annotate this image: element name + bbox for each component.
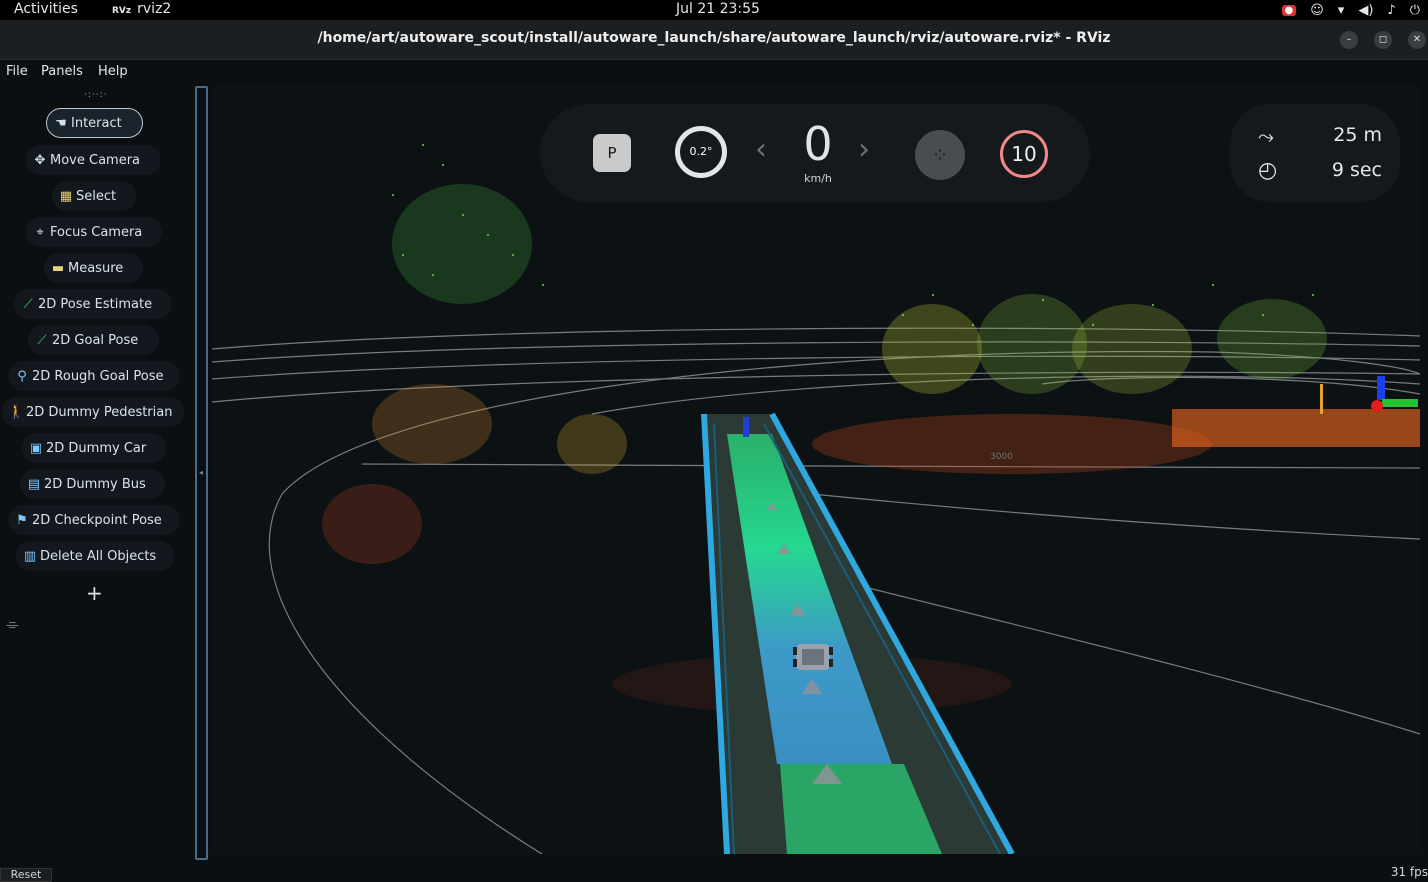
hand-icon: ☚	[55, 115, 67, 131]
arrow-icon: ⟋	[37, 332, 47, 348]
tool-2d-checkpoint-pose[interactable]: ⚑ 2D Checkpoint Pose	[8, 505, 180, 535]
window-title: /home/art/autoware_scout/install/autowar…	[317, 30, 1111, 46]
speed-value: 0	[803, 117, 833, 171]
tool-panel: ·:··:· ☚ Interact ✥ Move Camera ▦ Select ⌖ F…	[0, 84, 192, 862]
speed-unit: km/h	[804, 172, 832, 185]
ego-vehicle	[793, 644, 833, 670]
tf-axes	[1320, 376, 1418, 414]
microphone-icon[interactable]: ♪	[1387, 3, 1395, 18]
fps-counter: 31 fps	[1390, 865, 1428, 879]
rviz-app-icon: RVz	[112, 6, 132, 16]
menu-help[interactable]: Help	[98, 64, 128, 79]
tool-2d-dummy-pedestrian[interactable]: 🚶 2D Dummy Pedestrian	[2, 397, 184, 427]
tool-measure[interactable]: ▬ Measure	[44, 253, 143, 283]
collapse-panel-icon[interactable]: ⌯	[6, 614, 19, 634]
trash-icon: ▥	[23, 548, 37, 564]
system-top-bar: Activities RVz rviz2 Jul 21 23:55 ● ☺ ▾ ◀…	[0, 0, 1428, 20]
menu-file[interactable]: File	[6, 64, 28, 79]
window-titlebar: /home/art/autoware_scout/install/autowar…	[0, 20, 1428, 60]
activities-button[interactable]: Activities	[14, 0, 78, 18]
remaining-distance: 25 m	[1333, 124, 1382, 146]
route-info-hud: ⤳ 25 m ◴ 9 sec	[1230, 104, 1400, 202]
tool-delete-all-objects[interactable]: ▥ Delete All Objects	[16, 541, 174, 571]
system-tray[interactable]: ● ☺ ▾ ◀) ♪ ⏻	[1281, 0, 1420, 20]
menu-bar: File Panels Help	[0, 60, 1428, 84]
turn-right-icon: ›	[858, 132, 870, 167]
menu-panels[interactable]: Panels	[41, 64, 83, 79]
minimize-button[interactable]: –	[1340, 31, 1358, 49]
splitter-grip-icon: ◂	[199, 468, 204, 477]
wifi-icon[interactable]: ▾	[1338, 3, 1345, 18]
panel-splitter[interactable]: ◂	[195, 86, 208, 860]
app-name: rviz2	[137, 1, 172, 17]
power-icon[interactable]: ⏻	[1410, 3, 1420, 18]
bus-icon: ▤	[27, 476, 41, 492]
select-icon: ▦	[59, 188, 73, 204]
turn-left-icon: ‹	[755, 132, 767, 167]
app-menu[interactable]: RVz rviz2	[112, 0, 171, 20]
panel-grip-handle[interactable]: ·:··:·	[84, 90, 108, 100]
add-tool-button[interactable]: +	[86, 581, 103, 605]
tool-select[interactable]: ▦ Select	[52, 181, 136, 211]
route-icon: ⤳	[1258, 124, 1274, 148]
tool-2d-dummy-bus[interactable]: ▤ 2D Dummy Bus	[20, 469, 165, 499]
speed-limit-sign: 10	[1000, 130, 1048, 178]
flag-icon: ⚑	[16, 512, 28, 528]
clock[interactable]: Jul 21 23:55	[676, 0, 760, 18]
tool-move-camera[interactable]: ✥ Move Camera	[26, 145, 161, 175]
steering-wheel-indicator: 0.2°	[675, 126, 727, 178]
volume-icon[interactable]: ◀)	[1358, 3, 1373, 18]
focus-icon: ⌖	[36, 224, 44, 240]
ruler-icon: ▬	[51, 260, 65, 276]
remaining-time: 9 sec	[1331, 159, 1382, 181]
tool-2d-rough-goal-pose[interactable]: ⚲ 2D Rough Goal Pose	[8, 361, 180, 391]
arrow-icon: ⟋	[23, 296, 33, 312]
tool-2d-pose-estimate[interactable]: ⟋ 2D Pose Estimate	[14, 289, 172, 319]
gear-indicator: P	[593, 134, 631, 172]
timer-icon: ◴	[1258, 158, 1278, 183]
vehicle-status-hud: P 0.2° ‹ 0 km/h › ⁘ 10	[540, 104, 1090, 202]
tool-interact[interactable]: ☚ Interact	[46, 108, 143, 138]
discord-icon[interactable]: ☺	[1310, 3, 1324, 18]
car-icon: ▣	[29, 440, 43, 456]
traffic-light-icon: ⁘	[915, 130, 965, 180]
close-button[interactable]: ✕	[1408, 31, 1426, 49]
tool-2d-goal-pose[interactable]: ⟋ 2D Goal Pose	[28, 325, 159, 355]
status-bar: Reset 31 fps	[0, 862, 1428, 882]
maximize-button[interactable]: ◻	[1374, 31, 1392, 49]
3d-viewport[interactable]: 3000 P 0.2° ‹ 0 km/h › ⁘ 10 ⤳ 25 m ◴ 9 s…	[212, 84, 1420, 854]
pin-icon: ⚲	[17, 368, 27, 384]
record-indicator-icon[interactable]: ●	[1281, 4, 1297, 16]
grid-ring-label: 3000	[990, 452, 1013, 462]
pedestrian-icon: 🚶	[8, 404, 25, 420]
lane-path	[701, 412, 1015, 854]
tool-focus-camera[interactable]: ⌖ Focus Camera	[26, 217, 162, 247]
tool-2d-dummy-car[interactable]: ▣ 2D Dummy Car	[22, 433, 166, 463]
move-icon: ✥	[34, 152, 46, 168]
